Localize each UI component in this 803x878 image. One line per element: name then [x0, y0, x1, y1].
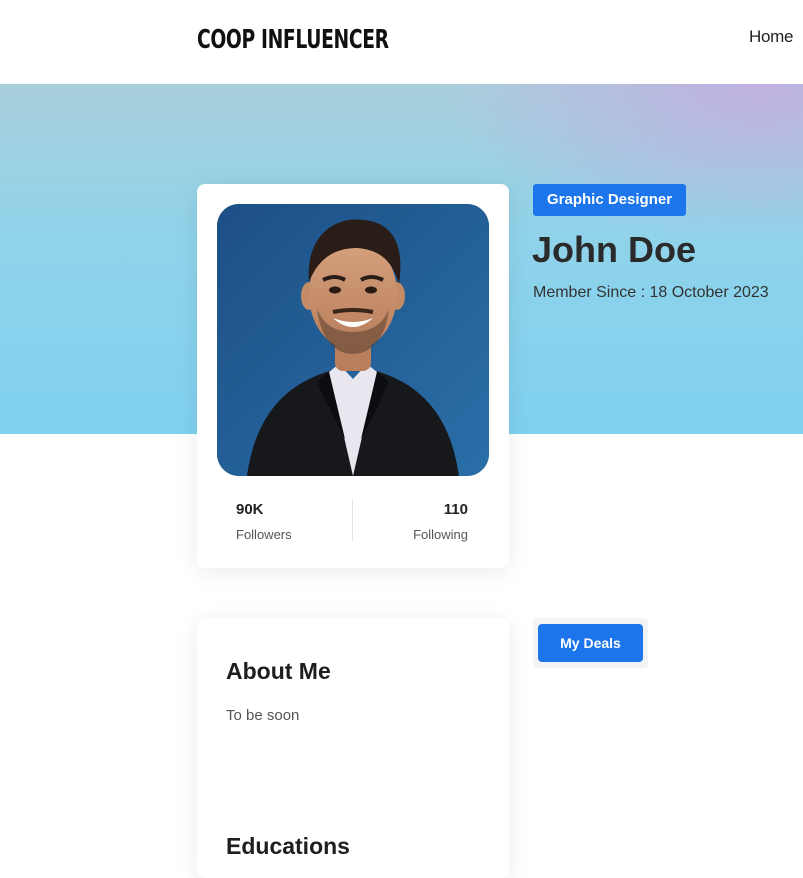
- deals-panel: My Deals: [533, 618, 648, 668]
- about-card: About Me To be soon Educations: [197, 618, 509, 878]
- followers-label: Followers: [236, 527, 292, 542]
- stats-divider: [352, 500, 353, 542]
- role-badge: Graphic Designer: [533, 184, 687, 216]
- my-deals-button[interactable]: My Deals: [538, 624, 643, 662]
- user-photo-icon: [217, 204, 489, 476]
- profile-photo: [217, 204, 489, 476]
- about-title: About Me: [226, 658, 331, 684]
- nav-link-home[interactable]: Home: [749, 26, 793, 48]
- followers-count: 90K: [236, 501, 264, 518]
- member-since: Member Since : 18 October 2023: [533, 284, 769, 301]
- brand-logo[interactable]: COOP INFLUENCER: [197, 22, 389, 58]
- about-text: To be soon: [226, 707, 300, 724]
- profile-stats: 90K Followers 110 Following: [197, 496, 509, 544]
- profile-name: John Doe: [532, 229, 697, 270]
- following-label: Following: [413, 527, 468, 542]
- following-count: 110: [443, 501, 468, 518]
- navbar: COOP INFLUENCER Home: [0, 0, 803, 84]
- educations-title: Educations: [226, 833, 350, 859]
- profile-card: 90K Followers 110 Following: [197, 184, 509, 568]
